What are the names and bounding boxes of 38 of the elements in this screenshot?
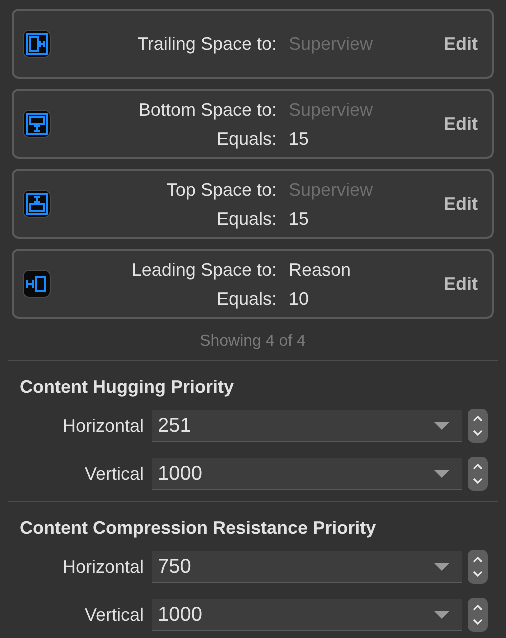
stepper[interactable]	[468, 409, 488, 443]
stepper[interactable]	[468, 457, 488, 491]
stepper[interactable]	[468, 598, 488, 632]
dropdown-caret-icon	[434, 562, 450, 570]
priority-dropdown[interactable]: 251	[152, 410, 462, 442]
edit-button[interactable]: Edit	[444, 110, 478, 138]
constraint-label: Equals:	[216, 288, 278, 310]
section-title: Content Compression Resistance Priority	[19, 517, 378, 540]
priority-label: Vertical	[84, 604, 145, 626]
constraint-value: 15	[289, 128, 310, 150]
constraint-icon	[23, 190, 51, 218]
constraint-icon	[23, 270, 51, 298]
section-title: Content Hugging Priority	[19, 376, 235, 399]
edit-button[interactable]: Edit	[444, 270, 478, 298]
constraint-label: Trailing Space to:	[136, 33, 278, 56]
stepper[interactable]	[468, 550, 488, 584]
constraint-label: Equals:	[216, 208, 278, 230]
constraint-label: Top Space to:	[166, 178, 278, 202]
dropdown-caret-icon	[434, 422, 450, 430]
constraint-label: Bottom Space to:	[138, 98, 278, 122]
constraint-label: Leading Space to:	[130, 258, 278, 282]
edit-button[interactable]: Edit	[444, 30, 478, 58]
dropdown-caret-icon	[434, 610, 450, 618]
priority-dropdown[interactable]: 1000	[152, 599, 462, 631]
dropdown-caret-icon	[434, 470, 450, 478]
edit-button[interactable]: Edit	[444, 190, 478, 218]
priority-dropdown[interactable]: 750	[152, 551, 462, 583]
constraint-value: 10	[289, 288, 310, 310]
priority-label: Vertical	[84, 462, 145, 486]
constraint-icon	[23, 30, 51, 58]
constraint-value: Reason	[289, 258, 352, 282]
constraint-value: 15	[289, 208, 310, 230]
constraint-icon	[23, 110, 51, 138]
priority-label: Horizontal	[62, 556, 145, 578]
constraint-label: Equals:	[216, 128, 278, 150]
priority-label: Horizontal	[62, 414, 145, 438]
priority-dropdown[interactable]: 1000	[152, 458, 462, 490]
showing-count: Showing 4 of 4	[199, 332, 307, 352]
